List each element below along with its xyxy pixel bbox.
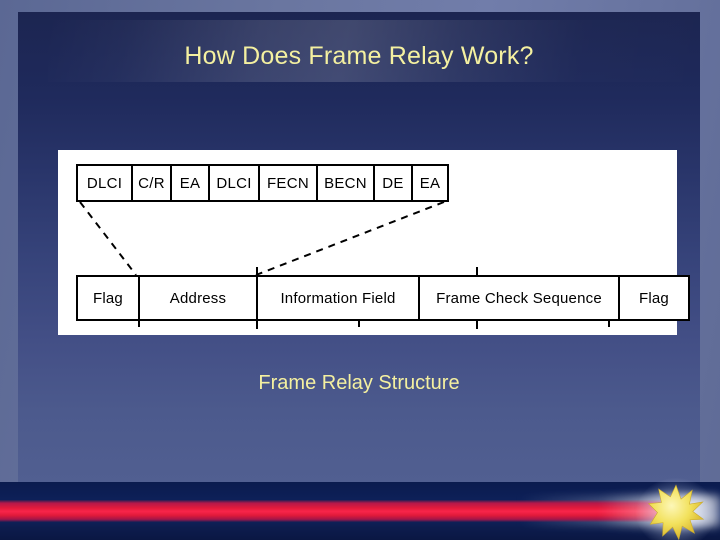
address-detail-label: DE: [382, 174, 404, 192]
address-detail-label: BECN: [324, 174, 367, 192]
slide-body: How Does Frame Relay Work? DLCI C/R EA DLCI…: [18, 12, 708, 482]
address-detail-cell: BECN: [318, 166, 375, 200]
diagram-caption: Frame Relay Structure: [258, 372, 460, 394]
address-detail-label: EA: [179, 174, 201, 192]
tick-fcs-top: [476, 267, 478, 277]
frame-field-label: Information Field: [280, 289, 396, 307]
frame-field-cell: Frame Check Sequence: [420, 277, 620, 319]
frame-field-label: Flag: [93, 289, 123, 307]
frame-structure-row: Flag Address Information Field Frame Check …: [76, 275, 690, 321]
tick-info-bottom: [358, 319, 360, 327]
address-detail-cell: EA: [172, 166, 210, 200]
frame-field-cell: Flag: [620, 277, 688, 319]
frame-field-cell: Information Field: [258, 277, 420, 319]
frame-field-label: Address: [169, 289, 227, 307]
address-detail-cell: C/R: [133, 166, 172, 200]
address-detail-label: DLCI: [216, 174, 252, 192]
frame-field-label: Flag: [639, 289, 669, 307]
presentation-slide: How Does Frame Relay Work? DLCI C/R EA DLCI…: [0, 0, 720, 540]
address-detail-cell: EA: [413, 166, 447, 200]
address-field-detail-row: DLCI C/R EA DLCI FECN BECN DE EA: [76, 164, 449, 202]
tick-lastflag-bottom: [608, 319, 610, 327]
frame-field-cell: Flag: [78, 277, 140, 319]
address-detail-label: FECN: [266, 174, 310, 192]
address-detail-cell: DE: [375, 166, 413, 200]
tick-fcs-bottom: [476, 319, 478, 329]
address-detail-label: C/R: [138, 174, 165, 192]
address-detail-cell: DLCI: [210, 166, 260, 200]
address-detail-label: EA: [419, 174, 441, 192]
address-detail-label: DLCI: [86, 174, 123, 192]
footer-decoration: [0, 482, 720, 540]
frame-field-label: Frame Check Sequence: [436, 289, 602, 307]
tick-address-top: [256, 267, 258, 277]
frame-field-cell: Address: [140, 277, 258, 319]
address-detail-cell: DLCI: [78, 166, 133, 200]
address-detail-cell: FECN: [260, 166, 318, 200]
red-streak: [0, 500, 690, 522]
tick-address-bottom: [256, 319, 258, 329]
tick-flag-bottom: [138, 319, 140, 327]
page-title: How Does Frame Relay Work?: [184, 42, 534, 70]
starburst-icon: [647, 484, 705, 540]
